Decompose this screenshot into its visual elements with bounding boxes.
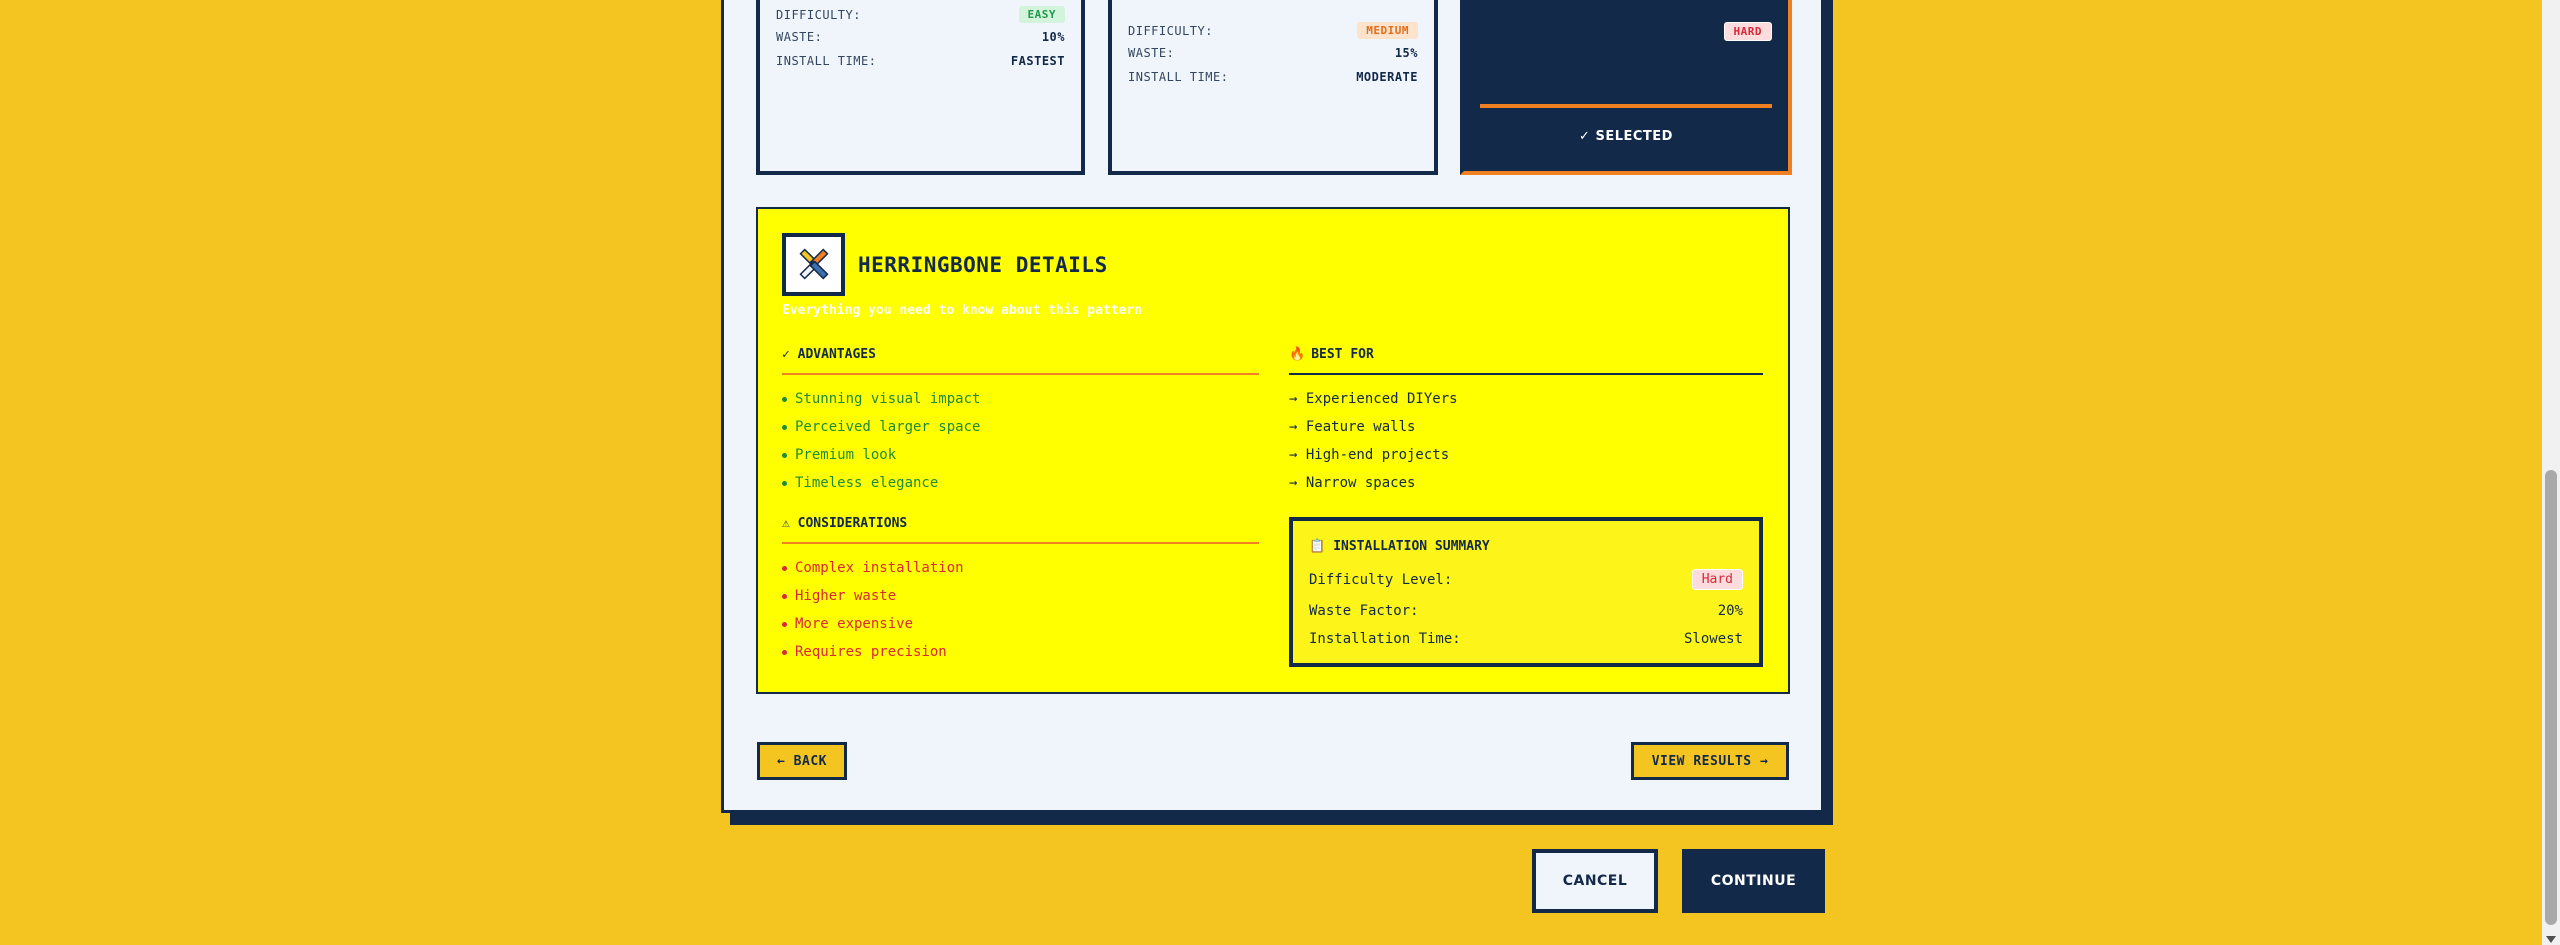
list-item: Timeless elegance <box>782 469 980 497</box>
difficulty-badge: HARD <box>1723 22 1772 41</box>
clipboard-icon: 📋 <box>1309 539 1326 554</box>
waste-label: WASTE: <box>1128 46 1175 60</box>
scroll-down-arrow-icon[interactable] <box>2546 936 2556 943</box>
details-subtitle: Everything you need to know about this p… <box>782 303 1143 318</box>
list-item: → High-end projects <box>1289 447 1450 463</box>
best-for-list: → Experienced DIYers → Feature walls → H… <box>1289 385 1458 497</box>
list-item: Perceived larger space <box>782 413 980 441</box>
waste-label: WASTE: <box>776 30 823 44</box>
install-time-label: INSTALL TIME: <box>776 54 877 68</box>
waste-factor-value: 20% <box>1717 603 1743 619</box>
list-item: More expensive <box>782 610 964 638</box>
divider <box>782 542 1259 544</box>
back-button[interactable]: ← BACK <box>757 742 847 780</box>
waste-factor-label: Waste Factor: <box>1309 603 1419 619</box>
cancel-button[interactable]: CANCEL <box>1532 849 1658 913</box>
list-item: Higher waste <box>782 582 964 610</box>
selected-indicator-bar <box>1480 104 1772 108</box>
waste-value: 10% <box>1041 30 1065 44</box>
view-results-button[interactable]: VIEW RESULTS → <box>1631 742 1789 780</box>
list-item: Requires precision <box>782 638 964 666</box>
difficulty-label: DIFFICULTY: <box>776 7 861 22</box>
divider <box>782 373 1259 375</box>
advantages-list: Stunning visual impact Perceived larger … <box>782 385 980 497</box>
details-title: HERRINGBONE DETAILS <box>858 253 1108 277</box>
herringbone-pattern-icon <box>782 233 845 296</box>
difficulty-level-badge: Hard <box>1691 569 1743 590</box>
pattern-card-straight[interactable]: DIFFICULTY: EASY WASTE: 10% INSTALL TIME… <box>756 0 1085 175</box>
list-item: Premium look <box>782 441 980 469</box>
pattern-card-offset[interactable]: DIFFICULTY: MEDIUM WASTE: 15% INSTALL TI… <box>1108 0 1438 175</box>
installation-time-label: Installation Time: <box>1309 631 1461 647</box>
selected-label: ✓ SELECTED <box>1579 129 1673 144</box>
install-time-value: FASTEST <box>1010 54 1065 68</box>
difficulty-badge: EASY <box>1018 6 1065 23</box>
divider <box>1289 373 1763 375</box>
waste-value: 15% <box>1394 46 1418 60</box>
continue-button[interactable]: CONTINUE <box>1682 849 1825 913</box>
scrollbar[interactable] <box>2542 0 2560 945</box>
pattern-card-herringbone[interactable]: HARD ✓ SELECTED <box>1460 0 1792 175</box>
considerations-list: Complex installation Higher waste More e… <box>782 554 964 666</box>
summary-heading: 📋 INSTALLATION SUMMARY <box>1309 539 1490 554</box>
difficulty-level-label: Difficulty Level: <box>1309 571 1453 588</box>
advantages-heading: ✓ ADVANTAGES <box>782 347 876 362</box>
difficulty-badge: MEDIUM <box>1357 22 1418 39</box>
installation-summary: 📋 INSTALLATION SUMMARY Difficulty Level:… <box>1289 517 1763 667</box>
considerations-heading: ⚠ CONSIDERATIONS <box>782 516 908 531</box>
list-item: → Narrow spaces <box>1289 475 1416 491</box>
list-item: → Experienced DIYers <box>1289 391 1458 407</box>
scrollbar-thumb[interactable] <box>2545 470 2557 925</box>
list-item: Complex installation <box>782 554 964 582</box>
difficulty-label: DIFFICULTY: <box>1128 23 1213 38</box>
install-time-label: INSTALL TIME: <box>1128 70 1229 84</box>
best-for-heading: 🔥 BEST FOR <box>1289 347 1374 362</box>
installation-time-value: Slowest <box>1683 631 1743 647</box>
fire-icon: 🔥 <box>1289 347 1306 362</box>
list-item: → Feature walls <box>1289 419 1416 435</box>
list-item: Stunning visual impact <box>782 385 980 413</box>
pattern-details-panel: HERRINGBONE DETAILS Everything you need … <box>756 207 1790 694</box>
install-time-value: MODERATE <box>1356 70 1418 84</box>
